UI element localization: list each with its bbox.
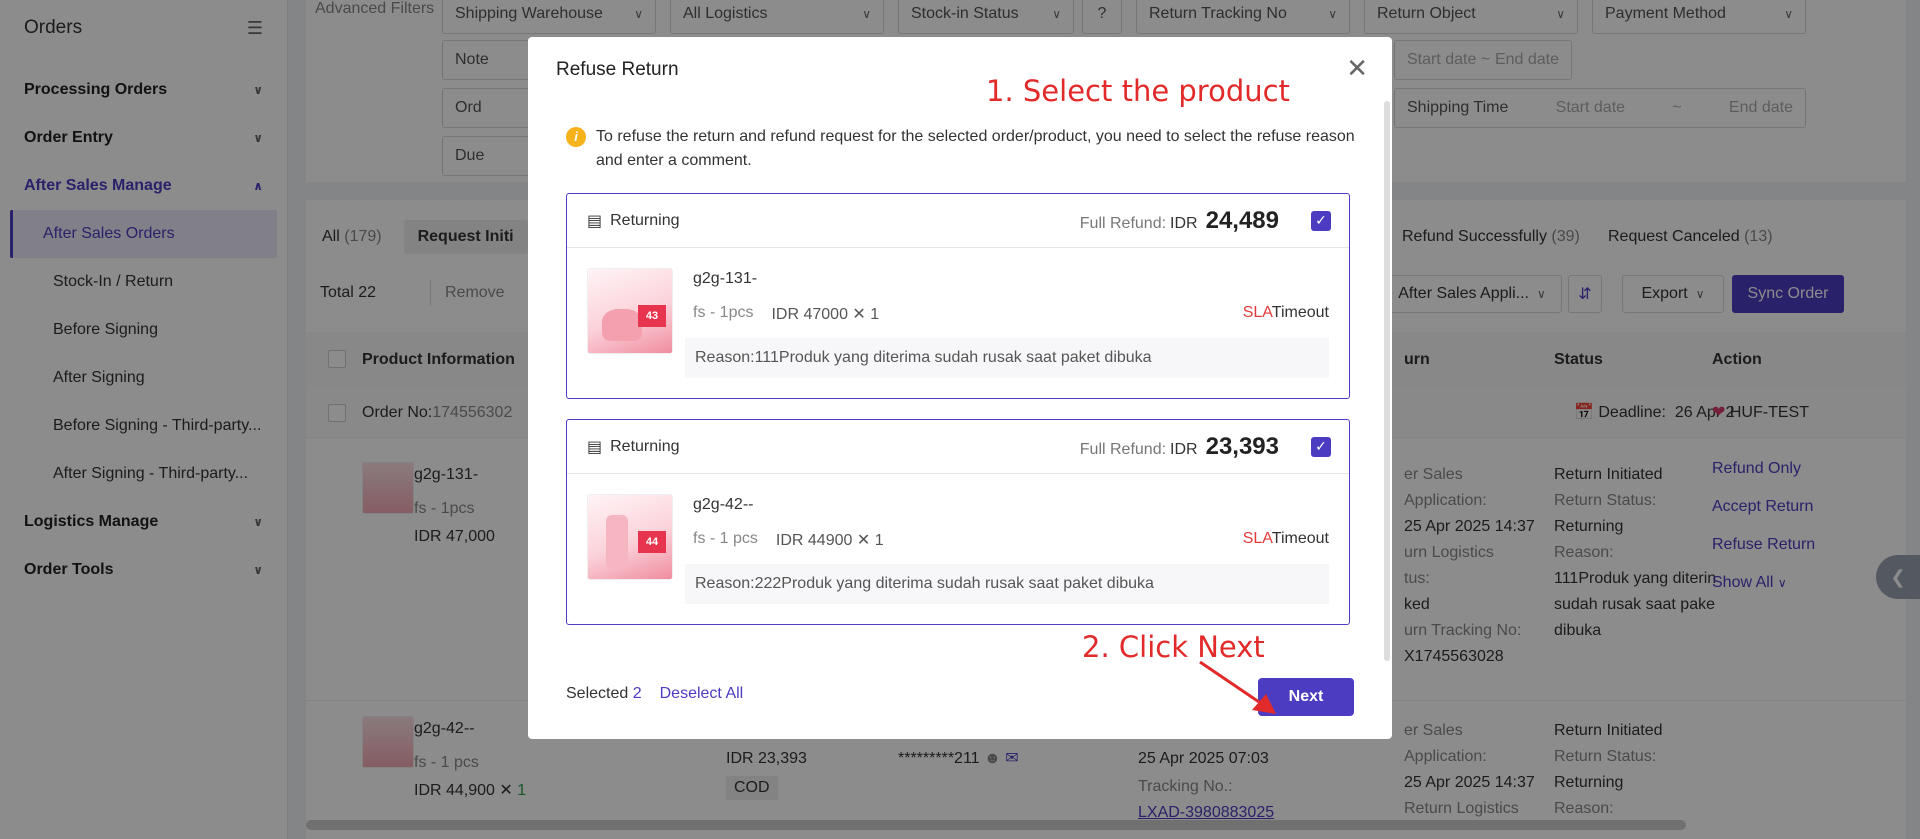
dialog-footer: Selected 2 Deselect All <box>566 685 743 703</box>
selected-label: Selected <box>566 685 629 702</box>
refund-currency: IDR <box>1170 440 1198 458</box>
dialog-scrollbar[interactable] <box>1384 101 1390 661</box>
refund-label: Full Refund: <box>1079 440 1167 458</box>
dialog-title: Refuse Return <box>556 59 679 80</box>
spec-value: fs - 1pcs <box>693 304 754 321</box>
return-reason: Reason:111Produk yang diterima sudah rus… <box>685 338 1329 378</box>
product-name: g2g-131- <box>693 270 758 287</box>
product-checkbox[interactable]: ✓ <box>1311 210 1331 231</box>
refund-value: 23,393 <box>1205 432 1279 460</box>
price-qty: IDR 47000 ✕ 1 <box>771 306 880 323</box>
deselect-all-link[interactable]: Deselect All <box>660 685 744 703</box>
spec-value: fs - 1 pcs <box>693 530 758 547</box>
sla-status: SLATimeout <box>1243 530 1329 548</box>
return-card[interactable]: ▤ Returning Full Refund: IDR 24,489 ✓ 43… <box>566 193 1350 399</box>
product-spec: fs - 1 pcs IDR 44900 ✕ 1 <box>693 530 884 550</box>
annotation-arrow <box>1199 660 1276 714</box>
return-status-label: Returning <box>610 211 680 229</box>
product-checkbox[interactable]: ✓ <box>1311 436 1331 457</box>
refund-currency: IDR <box>1170 214 1198 232</box>
price-value: IDR 44900 <box>775 532 853 549</box>
return-reason: Reason:222Produk yang diterima sudah rus… <box>685 564 1329 604</box>
return-card-header: ▤ Returning Full Refund: IDR 23,393 ✓ <box>567 420 1349 474</box>
discount-tag: 44 <box>638 531 666 553</box>
refund-value: 24,489 <box>1205 206 1279 234</box>
refund-label: Full Refund: <box>1079 214 1167 232</box>
sla-value: Timeout <box>1271 304 1329 321</box>
info-icon: i <box>566 127 586 147</box>
return-status-label: Returning <box>610 437 680 455</box>
sla-label: SLA <box>1242 530 1272 547</box>
close-icon[interactable]: ✕ <box>1346 55 1368 81</box>
return-status: ▤ Returning <box>587 211 680 231</box>
refund-amount: Full Refund: IDR 24,489 ✓ <box>1080 207 1331 235</box>
sla-status: SLATimeout <box>1243 304 1329 322</box>
sla-label: SLA <box>1242 304 1272 321</box>
return-status: ▤ Returning <box>587 437 680 457</box>
qty-value: 1 <box>874 532 884 549</box>
sla-value: Timeout <box>1271 530 1329 547</box>
qty-value: 1 <box>870 306 880 323</box>
return-box-icon: ▤ <box>587 212 603 230</box>
selected-count: Selected 2 <box>566 685 642 703</box>
price-qty: IDR 44900 ✕ 1 <box>775 532 884 549</box>
price-value: IDR 47000 <box>771 306 848 323</box>
product-spec: fs - 1pcs IDR 47000 ✕ 1 <box>693 304 879 324</box>
product-image: 44 <box>587 494 673 580</box>
refund-amount: Full Refund: IDR 23,393 ✓ <box>1080 433 1331 461</box>
selected-value: 2 <box>632 685 642 702</box>
product-name: g2g-42-- <box>693 496 754 513</box>
return-box-icon: ▤ <box>587 438 603 456</box>
info-message: i To refuse the return and refund reques… <box>566 125 1366 173</box>
annotation-step-1: 1. Select the product <box>986 74 1290 108</box>
info-text: To refuse the return and refund request … <box>596 128 1355 169</box>
product-image: 43 <box>587 268 673 354</box>
discount-tag: 43 <box>638 305 666 327</box>
return-card-header: ▤ Returning Full Refund: IDR 24,489 ✓ <box>567 194 1349 248</box>
return-card[interactable]: ▤ Returning Full Refund: IDR 23,393 ✓ 44… <box>566 419 1350 625</box>
